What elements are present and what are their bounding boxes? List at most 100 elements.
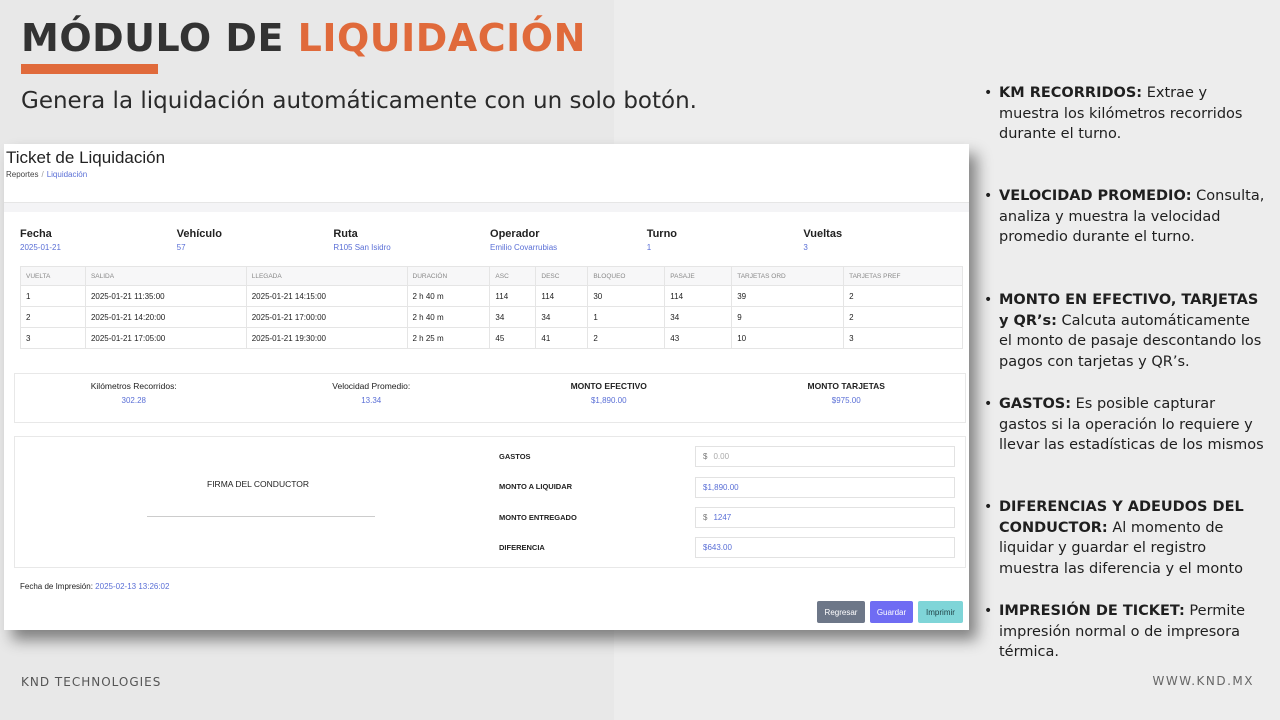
table-cell: 34 — [489, 306, 537, 328]
stats-box: Kilómetros Recorridos: 302.28 Velocidad P… — [14, 373, 966, 423]
stat-value: 302.28 — [121, 396, 146, 405]
table-cell: 3 — [843, 327, 963, 349]
breadcrumb-reportes[interactable]: Reportes — [6, 170, 38, 179]
stat-label: MONTO EFECTIVO — [570, 381, 647, 391]
table-cell: 114 — [489, 285, 537, 307]
bullet-icon: • — [984, 292, 993, 308]
footer-website[interactable]: WWW.KND.MX — [1152, 674, 1254, 688]
monto-liquidar-value: $1,890.00 — [703, 483, 739, 492]
table-cell: 41 — [535, 327, 589, 349]
table-cell: 2025-01-21 17:00:00 — [245, 306, 408, 328]
table-cell: 9 — [731, 306, 845, 328]
table-cell: 2025-01-21 11:35:00 — [84, 285, 247, 307]
back-button[interactable]: Regresar — [817, 601, 865, 623]
table-cell: 34 — [535, 306, 589, 328]
monto-liquidar-field: $1,890.00 — [695, 477, 955, 498]
table-cell: 1 — [20, 285, 86, 307]
stat-label: MONTO TARJETAS — [807, 381, 885, 391]
table-cell: 2 — [843, 285, 963, 307]
monto-entregado-value: 1247 — [713, 513, 732, 522]
monto-entregado-input[interactable]: $1247 — [695, 507, 955, 528]
summary-label: Ruta — [333, 228, 358, 240]
bullet-icon: • — [984, 603, 993, 619]
table-cell: 2025-01-21 17:05:00 — [84, 327, 247, 349]
stat-cash: MONTO EFECTIVO $1,890.00 — [490, 374, 728, 422]
column-header: LLEGADA — [245, 266, 408, 286]
print-date: Fecha de Impresión: 2025-02-13 13:26:02 — [20, 582, 169, 591]
table-cell: 30 — [587, 285, 666, 307]
monto-entregado-label: MONTO ENTREGADO — [499, 513, 577, 522]
table-cell: 2 — [20, 306, 86, 328]
column-header: ASC — [489, 266, 537, 286]
slide-subtitle: Genera la liquidación automáticamente co… — [21, 88, 697, 114]
column-header: DESC — [535, 266, 589, 286]
feature-heading: KM RECORRIDOS: — [999, 85, 1143, 101]
monto-liquidar-label: MONTO A LIQUIDAR — [499, 482, 573, 491]
gastos-placeholder: 0.00 — [713, 452, 730, 461]
column-header: PASAJE — [664, 266, 733, 286]
table-row: 3 2025-01-21 17:05:00 2025-01-21 19:30:0… — [20, 327, 963, 349]
bullet-icon: • — [984, 85, 993, 101]
column-header: TARJETAS PREF — [843, 266, 963, 286]
bullet-icon: • — [984, 188, 993, 204]
summary-value: 1 — [646, 243, 652, 252]
save-button[interactable]: Guardar — [870, 601, 913, 623]
signature-line — [147, 516, 375, 517]
bullet-icon: • — [984, 499, 993, 515]
table-cell: 2 h 40 m — [406, 306, 491, 328]
stat-km: Kilómetros Recorridos: 302.28 — [15, 374, 253, 422]
header-divider — [4, 202, 969, 212]
feature-amounts: • MONTO EN EFECTIVO, TARJETAS y QR’s: Cal… — [982, 290, 1267, 373]
column-header: SALIDA — [84, 266, 247, 286]
trips-table: VUELTA SALIDA LLEGADA DURACIÓN ASC DESC … — [20, 266, 963, 349]
feature-heading: IMPRESIÓN DE TICKET: — [999, 603, 1185, 619]
table-cell: 3 — [20, 327, 86, 349]
feature-diferencias: • DIFERENCIAS Y ADEUDOS DEL CONDUCTOR: Al… — [982, 497, 1267, 580]
currency-symbol: $ — [703, 452, 708, 461]
bullet-icon: • — [984, 396, 993, 412]
breadcrumb-separator: / — [41, 170, 44, 179]
title-part-accent: LIQUIDACIÓN — [297, 16, 586, 60]
table-cell: 2 h 25 m — [406, 327, 491, 349]
signature-label: FIRMA DEL CONDUCTOR — [207, 479, 310, 489]
stat-cards: MONTO TARJETAS $975.00 — [728, 374, 966, 422]
column-header: DURACIÓN — [406, 266, 491, 286]
summary-label: Fecha — [20, 228, 52, 240]
summary-vueltas: Vueltas 3 — [803, 228, 960, 252]
table-header-row: VUELTA SALIDA LLEGADA DURACIÓN ASC DESC … — [20, 266, 963, 286]
gastos-input[interactable]: $0.00 — [695, 446, 955, 467]
feature-speed: • VELOCIDAD PROMEDIO: Consulta, analiza y… — [982, 186, 1267, 248]
table-cell: 10 — [731, 327, 845, 349]
summary-label: Vueltas — [803, 228, 843, 240]
currency-symbol: $ — [703, 513, 708, 522]
summary-value: 3 — [803, 243, 808, 252]
breadcrumb-liquidacion[interactable]: Liquidación — [47, 170, 87, 179]
table-row: 1 2025-01-21 11:35:00 2025-01-21 14:15:0… — [20, 285, 963, 307]
table-cell: 2 h 40 m — [406, 285, 491, 307]
table-cell: 114 — [535, 285, 589, 307]
summary-label: Operador — [490, 228, 540, 240]
settlement-form-box: FIRMA DEL CONDUCTOR GASTOS $0.00 MONTO A… — [14, 436, 966, 568]
summary-value: 2025-01-21 — [20, 243, 61, 252]
footer-company: KND TECHNOLOGIES — [21, 675, 162, 689]
feature-heading: GASTOS: — [999, 396, 1072, 412]
print-button[interactable]: Imprimir — [918, 601, 963, 623]
table-cell: 2 — [587, 327, 666, 349]
diferencia-value: $643.00 — [703, 543, 732, 552]
stat-label: Velocidad Promedio: — [332, 381, 411, 391]
feature-impresion: • IMPRESIÓN DE TICKET: Permite impresión … — [982, 601, 1267, 663]
column-header: BLOQUEO — [587, 266, 666, 286]
gastos-label: GASTOS — [499, 452, 531, 461]
ticket-title: Ticket de Liquidación — [6, 148, 166, 167]
stat-value: $1,890.00 — [590, 396, 627, 405]
breadcrumb: Reportes / Liquidación — [6, 170, 87, 179]
liquidation-ticket-screenshot: Ticket de Liquidación Reportes / Liquidaci… — [4, 144, 969, 630]
table-cell: 2025-01-21 14:15:00 — [245, 285, 408, 307]
summary-operador: Operador Emilio Covarrubias — [490, 228, 647, 252]
table-cell: 45 — [489, 327, 537, 349]
summary-vehiculo: Vehículo 57 — [177, 228, 334, 252]
print-date-label: Fecha de Impresión: — [20, 582, 93, 591]
stat-value: 13.34 — [361, 396, 382, 405]
summary-label: Turno — [646, 228, 678, 240]
summary-value: Emilio Covarrubias — [490, 243, 558, 252]
